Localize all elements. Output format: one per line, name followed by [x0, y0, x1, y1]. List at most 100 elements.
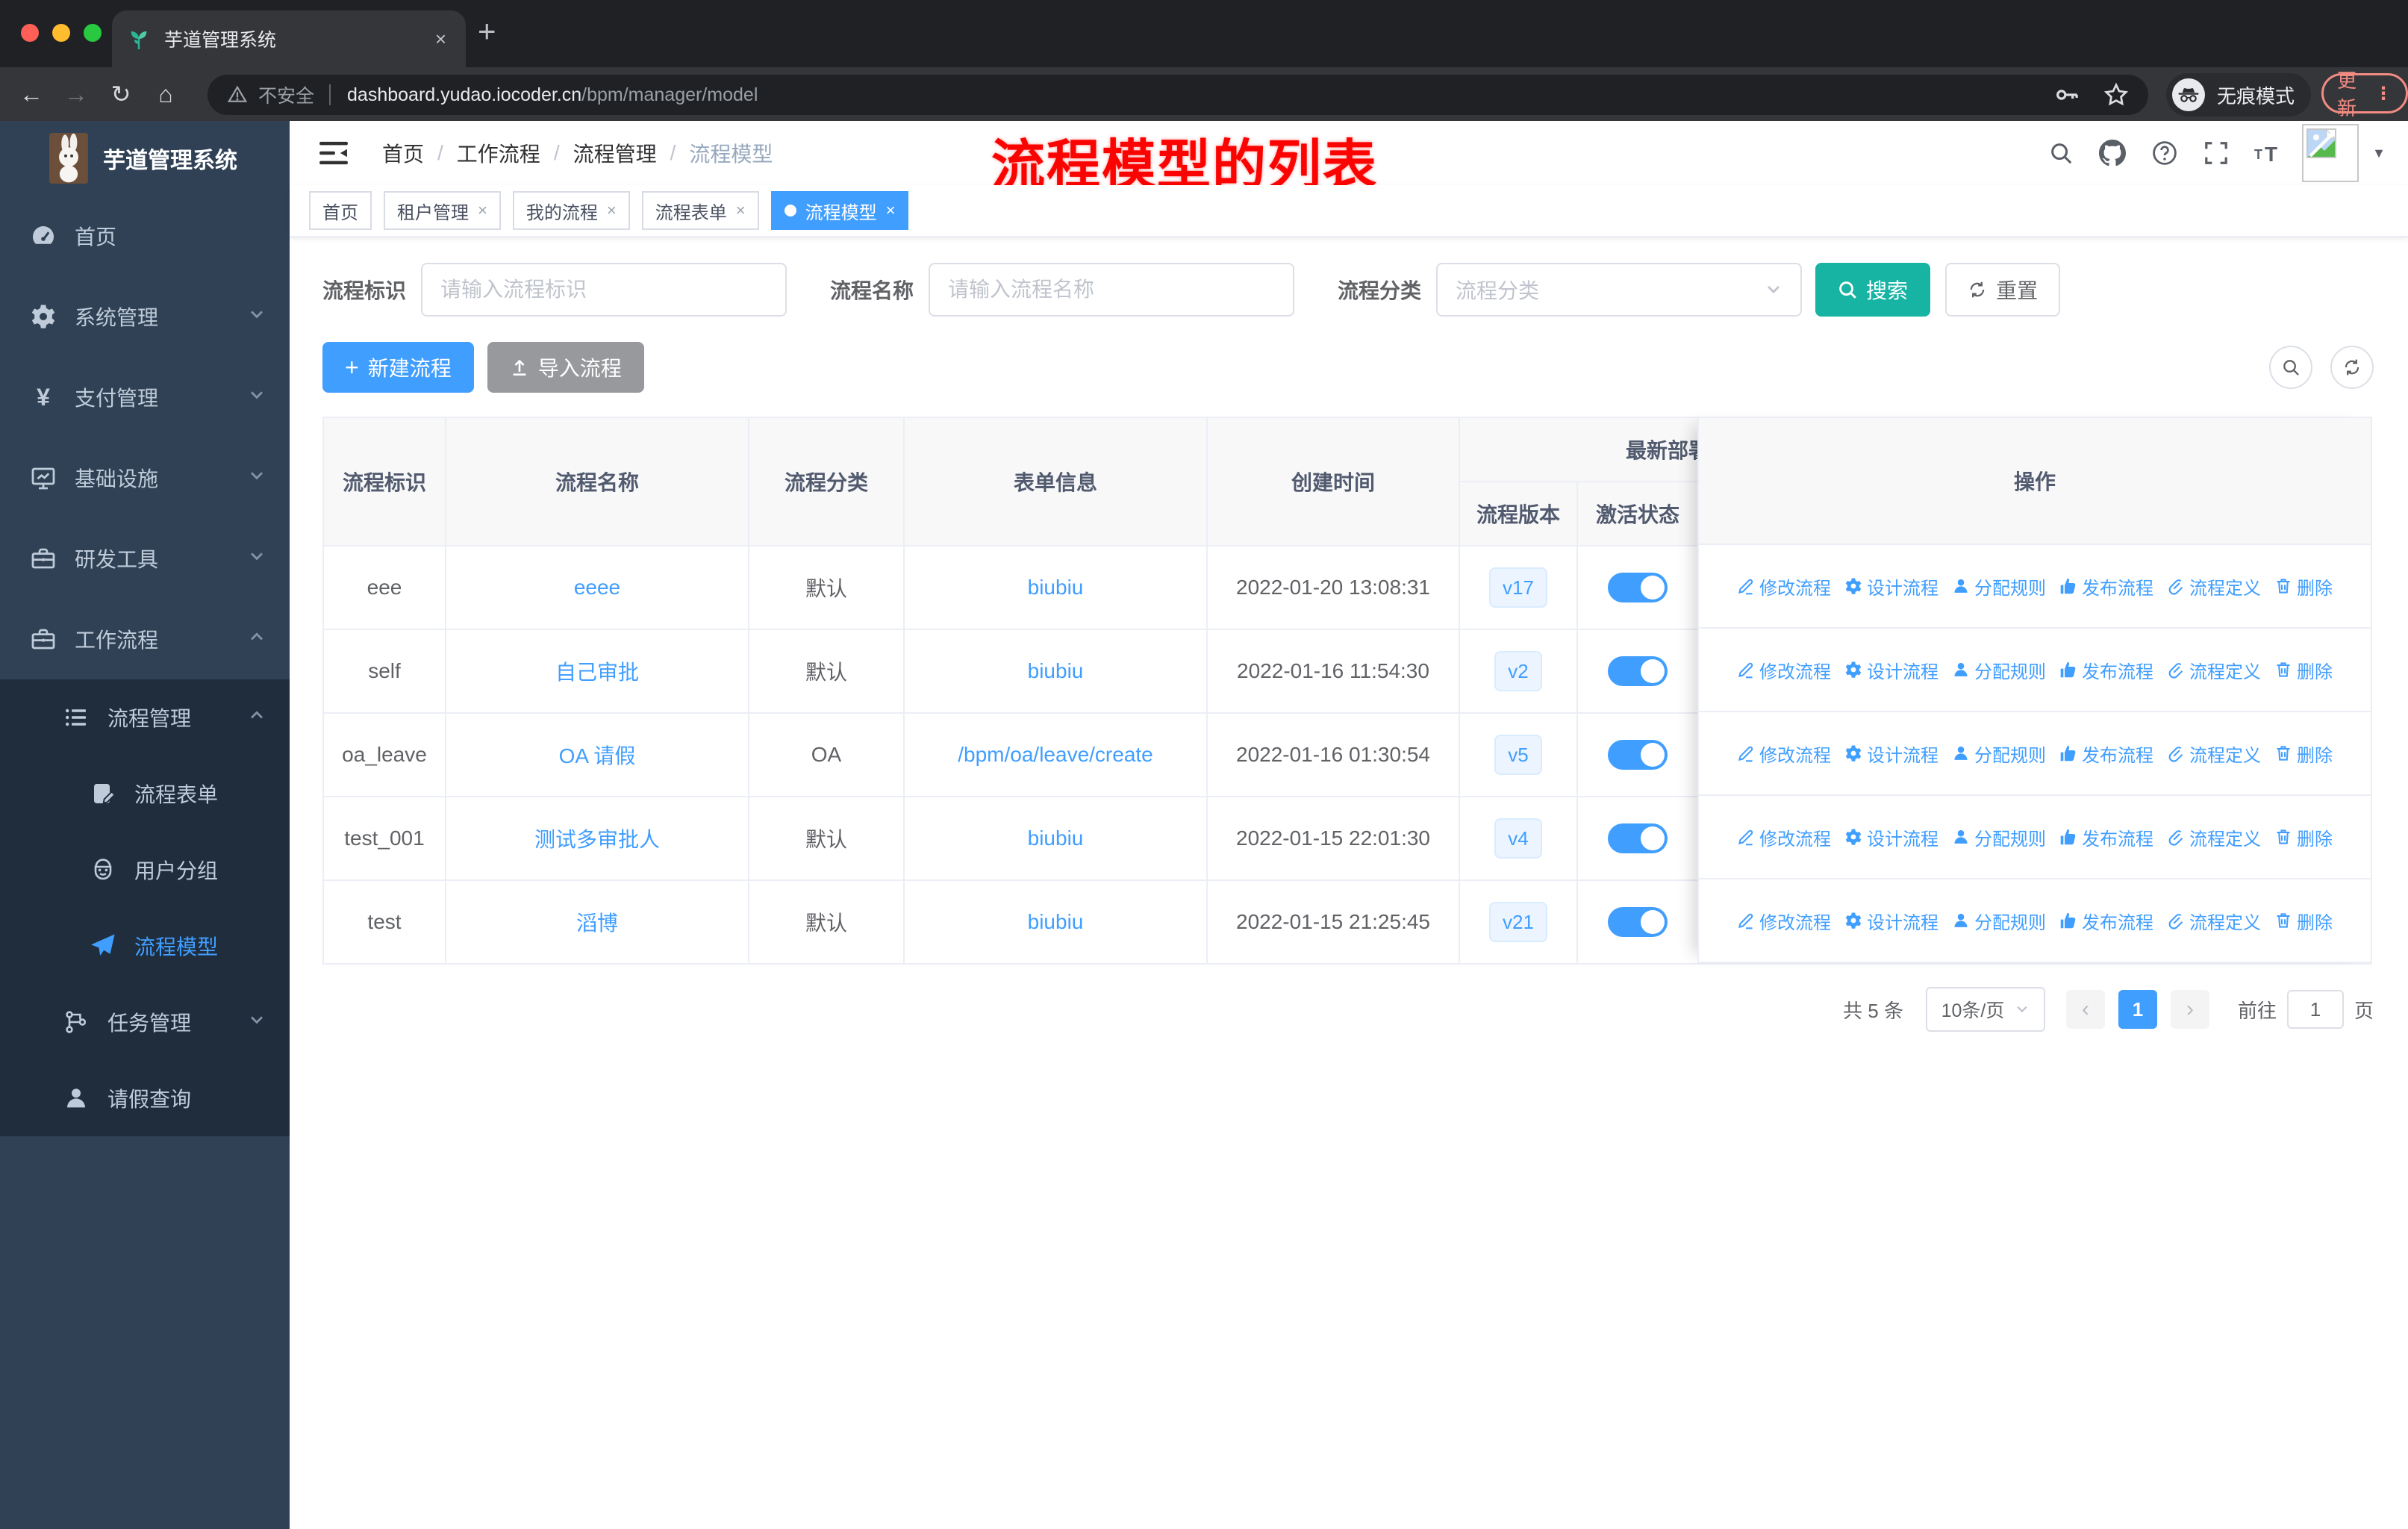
- sidebar-item-leave-query[interactable]: 请假查询: [0, 1060, 290, 1136]
- help-icon[interactable]: [2151, 140, 2178, 166]
- active-toggle[interactable]: [1608, 740, 1668, 770]
- zoom-window-button[interactable]: [84, 24, 102, 42]
- action-发布流程[interactable]: 发布流程: [2059, 908, 2153, 934]
- goto-page-input[interactable]: [2286, 990, 2344, 1029]
- next-page-button[interactable]: ›: [2170, 990, 2209, 1029]
- action-修改流程[interactable]: 修改流程: [1737, 573, 1831, 600]
- close-icon[interactable]: ×: [607, 201, 617, 220]
- action-设计流程[interactable]: 设计流程: [1844, 657, 1938, 683]
- sidebar-item-process-model[interactable]: 流程模型: [0, 908, 290, 984]
- active-toggle[interactable]: [1608, 573, 1668, 602]
- avatar-caret-down-icon[interactable]: ▼: [2372, 146, 2386, 161]
- browser-menu-icon[interactable]: ⋮: [2374, 83, 2392, 105]
- sidebar-item-infra[interactable]: 基础设施: [0, 437, 290, 518]
- tag-我的流程[interactable]: 我的流程 ×: [512, 191, 630, 230]
- show-search-toggle-button[interactable]: [2269, 346, 2312, 389]
- action-分配规则[interactable]: 分配规则: [1952, 908, 2046, 934]
- minimize-window-button[interactable]: [52, 24, 70, 42]
- prev-page-button[interactable]: ‹: [2065, 990, 2105, 1029]
- tab-close-icon[interactable]: ×: [431, 28, 451, 51]
- filter-name-input[interactable]: [929, 263, 1295, 317]
- sidebar-item-user-group[interactable]: 用户分组: [0, 832, 290, 908]
- form-info-link[interactable]: biubiu: [1028, 576, 1084, 599]
- sidebar-item-system[interactable]: 系统管理: [0, 276, 290, 357]
- sidebar-item-process-manage[interactable]: 流程管理: [0, 679, 290, 756]
- new-tab-button[interactable]: +: [478, 13, 496, 49]
- action-发布流程[interactable]: 发布流程: [2059, 824, 2153, 850]
- version-badge[interactable]: v5: [1494, 735, 1542, 775]
- create-process-button[interactable]: + 新建流程: [322, 342, 474, 393]
- action-发布流程[interactable]: 发布流程: [2059, 741, 2153, 767]
- reload-icon[interactable]: ↻: [99, 80, 143, 108]
- sidebar-item-process-form[interactable]: 流程表单: [0, 756, 290, 832]
- filter-category-select[interactable]: 流程分类: [1436, 263, 1803, 317]
- version-badge[interactable]: v17: [1489, 567, 1547, 608]
- action-分配规则[interactable]: 分配规则: [1952, 657, 2046, 683]
- process-name-link[interactable]: 测试多审批人: [534, 828, 660, 851]
- sidebar-item-home[interactable]: 首页: [0, 196, 290, 276]
- action-设计流程[interactable]: 设计流程: [1844, 573, 1938, 600]
- sidebar-item-pay[interactable]: ¥ 支付管理: [0, 357, 290, 437]
- close-icon[interactable]: ×: [478, 201, 487, 220]
- version-badge[interactable]: v2: [1494, 651, 1542, 691]
- action-删除[interactable]: 删除: [2274, 824, 2333, 850]
- active-toggle[interactable]: [1608, 823, 1668, 853]
- page-size-select[interactable]: 10条/页: [1925, 987, 2045, 1032]
- user-avatar[interactable]: [2302, 124, 2359, 182]
- process-name-link[interactable]: 自己审批: [555, 661, 639, 684]
- breadcrumb-home[interactable]: 首页: [382, 138, 424, 168]
- forward-icon[interactable]: →: [54, 81, 99, 108]
- active-toggle[interactable]: [1608, 907, 1668, 937]
- process-name-link[interactable]: 滔博: [576, 912, 618, 935]
- action-修改流程[interactable]: 修改流程: [1737, 908, 1831, 934]
- action-设计流程[interactable]: 设计流程: [1844, 908, 1938, 934]
- action-分配规则[interactable]: 分配规则: [1952, 741, 2046, 767]
- breadcrumb-workflow[interactable]: 工作流程: [457, 138, 540, 168]
- action-修改流程[interactable]: 修改流程: [1737, 824, 1831, 850]
- refresh-table-button[interactable]: [2330, 346, 2374, 389]
- sidebar-item-task-manage[interactable]: 任务管理: [0, 984, 290, 1060]
- sidebar-item-workflow[interactable]: 工作流程: [0, 599, 290, 679]
- action-修改流程[interactable]: 修改流程: [1737, 657, 1831, 683]
- version-badge[interactable]: v21: [1489, 902, 1547, 942]
- close-icon[interactable]: ×: [736, 201, 746, 220]
- page-number-1[interactable]: 1: [2118, 990, 2157, 1029]
- security-label[interactable]: 不安全: [258, 81, 314, 108]
- form-info-link[interactable]: /bpm/oa/leave/create: [958, 743, 1153, 766]
- action-删除[interactable]: 删除: [2274, 657, 2333, 683]
- sidebar-fold-icon[interactable]: [319, 140, 348, 166]
- reset-button[interactable]: 重置: [1945, 263, 2061, 317]
- update-label[interactable]: 更新: [2337, 66, 2362, 121]
- action-流程定义[interactable]: 流程定义: [2167, 573, 2261, 600]
- breadcrumb-process-manage[interactable]: 流程管理: [573, 138, 657, 168]
- import-process-button[interactable]: 导入流程: [487, 342, 644, 393]
- action-流程定义[interactable]: 流程定义: [2167, 741, 2261, 767]
- action-删除[interactable]: 删除: [2274, 573, 2333, 600]
- browser-tab[interactable]: 芋道管理系统 ×: [112, 10, 466, 67]
- github-icon[interactable]: [2099, 140, 2127, 166]
- action-发布流程[interactable]: 发布流程: [2059, 657, 2153, 683]
- browser-update-button[interactable]: 更新 ⋮: [2321, 69, 2408, 119]
- close-window-button[interactable]: [21, 24, 39, 42]
- action-设计流程[interactable]: 设计流程: [1844, 741, 1938, 767]
- font-size-icon[interactable]: TT: [2254, 140, 2283, 166]
- action-设计流程[interactable]: 设计流程: [1844, 824, 1938, 850]
- sidebar-item-devtool[interactable]: 研发工具: [0, 518, 290, 599]
- tag-租户管理[interactable]: 租户管理 ×: [384, 191, 501, 230]
- action-删除[interactable]: 删除: [2274, 741, 2333, 767]
- bookmark-star-icon[interactable]: [2103, 82, 2129, 108]
- form-info-link[interactable]: biubiu: [1028, 910, 1084, 933]
- fullscreen-icon[interactable]: [2203, 140, 2229, 166]
- action-发布流程[interactable]: 发布流程: [2059, 573, 2153, 600]
- action-流程定义[interactable]: 流程定义: [2167, 908, 2261, 934]
- tag-流程表单[interactable]: 流程表单 ×: [641, 191, 759, 230]
- form-info-link[interactable]: biubiu: [1028, 826, 1084, 850]
- home-icon[interactable]: ⌂: [143, 81, 188, 108]
- process-name-link[interactable]: OA 请假: [559, 744, 636, 767]
- action-分配规则[interactable]: 分配规则: [1952, 573, 2046, 600]
- key-icon[interactable]: [2054, 82, 2080, 108]
- filter-key-input[interactable]: [421, 263, 787, 317]
- tag-首页[interactable]: 首页: [309, 191, 372, 230]
- address-bar[interactable]: 不安全 dashboard.yudao.iocoder.cn /bpm/mana…: [208, 75, 2148, 115]
- action-删除[interactable]: 删除: [2274, 908, 2333, 934]
